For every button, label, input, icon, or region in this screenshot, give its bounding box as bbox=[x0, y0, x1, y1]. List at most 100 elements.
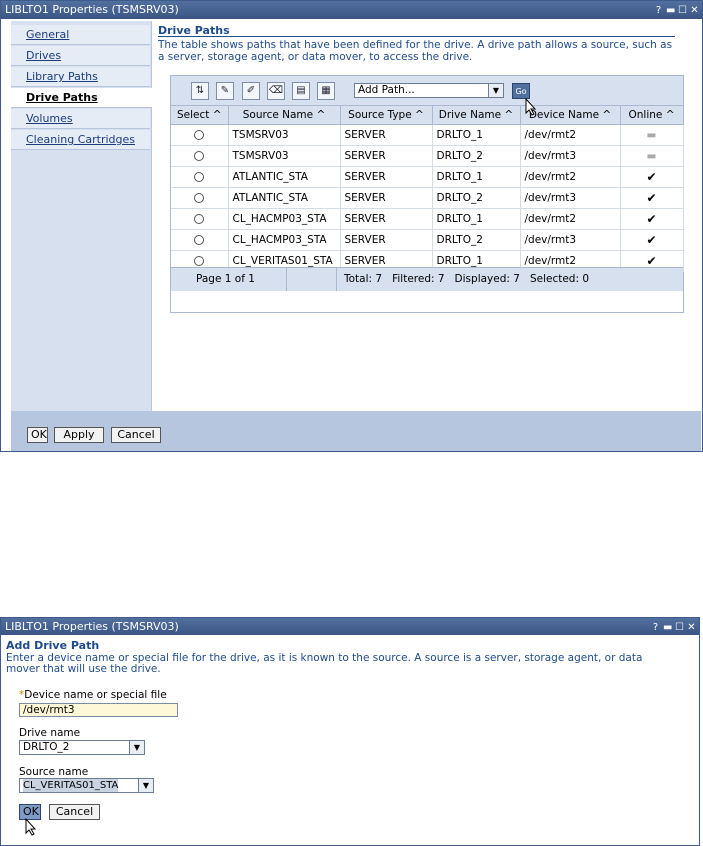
source-name-cell: ATLANTIC_STA bbox=[228, 187, 341, 209]
online-cell: ✔ bbox=[620, 229, 684, 251]
window-title: LIBLTO1 Properties (TSMSRV03) bbox=[5, 3, 179, 16]
source-name-select[interactable]: CL_VERITAS01_STA ▼ bbox=[19, 778, 154, 793]
table-row[interactable]: ATLANTIC_STA SERVER DRLTO_2/dev/rmt3 ✔ bbox=[171, 187, 684, 209]
action-select[interactable]: Add Path... ▼ bbox=[354, 83, 504, 98]
maximize-icon[interactable]: ☐ bbox=[678, 5, 687, 15]
drive-name-select[interactable]: DRLTO_2 ▼ bbox=[19, 740, 145, 755]
device-name-cell: /dev/rmt3 bbox=[520, 145, 621, 167]
dash-icon: ▬ bbox=[646, 150, 657, 162]
source-name-label: Source name bbox=[19, 766, 89, 778]
go-button[interactable]: Go bbox=[512, 83, 530, 99]
device-name-cell: /dev/rmt3 bbox=[520, 229, 621, 251]
maximize-icon[interactable]: ☐ bbox=[675, 622, 684, 632]
footer-divider bbox=[286, 268, 287, 291]
device-name-label-text: Device name or special file bbox=[24, 689, 167, 701]
device-name-input[interactable]: /dev/rmt3 bbox=[19, 703, 178, 717]
column-label: Select bbox=[176, 109, 210, 121]
online-cell: ▬ bbox=[620, 145, 684, 167]
device-name-label: *Device name or special file bbox=[19, 689, 167, 701]
close-icon[interactable]: ✕ bbox=[690, 5, 699, 15]
deselect-all-icon[interactable]: ✎ bbox=[216, 82, 234, 100]
row-radio[interactable] bbox=[194, 151, 205, 161]
section-title: Add Drive Path bbox=[6, 639, 100, 652]
help-icon[interactable]: ? bbox=[654, 5, 663, 15]
check-icon: ✔ bbox=[646, 170, 657, 184]
row-select-cell bbox=[171, 208, 229, 230]
table-footer: Page 1 of 1 Total: 7 Filtered: 7 Display… bbox=[171, 267, 683, 291]
column-label: Drive Name bbox=[438, 109, 502, 121]
drive-paths-table: ⇅ ✎ ✐ ⌫ ▤ ▦ Add Path... ▼ Go Select ^ So… bbox=[170, 75, 684, 313]
drive-name-cell: DRLTO_2 bbox=[432, 187, 521, 209]
section-description: The table shows paths that have been def… bbox=[158, 39, 673, 63]
column-header-online[interactable]: Online ^ bbox=[620, 106, 684, 125]
sidebar: General Drives Library Paths Drive Paths… bbox=[11, 21, 152, 411]
device-name-cell: /dev/rmt2 bbox=[520, 166, 621, 188]
cancel-button[interactable]: Cancel bbox=[49, 804, 100, 820]
drive-name-cell: DRLTO_2 bbox=[432, 145, 521, 167]
dash-icon: ▬ bbox=[646, 129, 657, 141]
sidebar-item-general[interactable]: General bbox=[11, 25, 150, 45]
column-header-source-name[interactable]: Source Name ^ bbox=[228, 106, 341, 125]
apply-button[interactable]: Apply bbox=[54, 427, 104, 443]
sidebar-item-drives[interactable]: Drives bbox=[11, 46, 150, 66]
check-icon: ✔ bbox=[646, 254, 657, 268]
source-type-cell: SERVER bbox=[340, 145, 433, 167]
close-icon[interactable]: ✕ bbox=[687, 622, 696, 632]
properties-window: LIBLTO1 Properties (TSMSRV03) ? ▬ ☐ ✕ Ge… bbox=[0, 0, 703, 452]
row-select-cell bbox=[171, 229, 229, 251]
source-name-cell: ATLANTIC_STA bbox=[228, 166, 341, 188]
table-summary: Total: 7 Filtered: 7 Displayed: 7 Select… bbox=[344, 273, 590, 285]
minimize-icon[interactable]: ▬ bbox=[663, 622, 672, 632]
sidebar-item-cleaning-cartridges[interactable]: Cleaning Cartridges bbox=[11, 130, 150, 150]
filter-icon[interactable]: ▦ bbox=[317, 82, 335, 100]
chevron-down-icon: ▼ bbox=[488, 84, 503, 97]
column-label: Device Name bbox=[528, 109, 600, 121]
source-name-value: CL_VERITAS01_STA bbox=[23, 779, 119, 792]
table-row[interactable]: TSMSRV03 SERVER DRLTO_2/dev/rmt3 ▬ bbox=[171, 145, 684, 167]
column-settings-icon[interactable]: ▤ bbox=[292, 82, 310, 100]
row-select-cell bbox=[171, 145, 229, 167]
source-type-cell: SERVER bbox=[340, 166, 433, 188]
table-row[interactable]: TSMSRV03 SERVER DRLTO_1/dev/rmt2 ▬ bbox=[171, 124, 684, 146]
minimize-icon[interactable]: ▬ bbox=[666, 5, 675, 15]
device-name-cell: /dev/rmt3 bbox=[520, 187, 621, 209]
content-pane: Drive Paths The table shows paths that h… bbox=[153, 21, 701, 411]
row-radio[interactable] bbox=[194, 193, 205, 203]
clear-sort-icon[interactable]: ⌫ bbox=[267, 82, 285, 100]
row-radio[interactable] bbox=[194, 235, 205, 245]
source-name-cell: TSMSRV03 bbox=[228, 145, 341, 167]
ok-button[interactable]: OK bbox=[27, 427, 48, 443]
select-all-icon[interactable]: ⇅ bbox=[191, 82, 209, 100]
mouse-cursor-icon bbox=[25, 818, 37, 836]
cancel-button[interactable]: Cancel bbox=[111, 427, 161, 443]
column-header-drive-name[interactable]: Drive Name ^ bbox=[432, 106, 521, 125]
source-type-cell: SERVER bbox=[340, 124, 433, 146]
device-name-cell: /dev/rmt2 bbox=[520, 208, 621, 230]
drive-name-value: DRLTO_2 bbox=[23, 741, 70, 753]
source-name-cell: TSMSRV03 bbox=[228, 124, 341, 146]
row-select-cell bbox=[171, 166, 229, 188]
drive-name-cell: DRLTO_1 bbox=[432, 208, 521, 230]
row-radio[interactable] bbox=[194, 172, 205, 182]
sidebar-item-library-paths[interactable]: Library Paths bbox=[11, 67, 150, 87]
column-label: Online bbox=[628, 109, 663, 121]
row-radio[interactable] bbox=[194, 256, 205, 266]
action-select-value: Add Path... bbox=[358, 84, 415, 96]
sidebar-item-volumes[interactable]: Volumes bbox=[11, 109, 150, 129]
column-header-select[interactable]: Select ^ bbox=[171, 106, 229, 125]
footer-divider bbox=[336, 268, 337, 291]
table-toolbar: ⇅ ✎ ✐ ⌫ ▤ ▦ Add Path... ▼ Go bbox=[171, 76, 683, 106]
column-header-source-type[interactable]: Source Type ^ bbox=[340, 106, 433, 125]
help-icon[interactable]: ? bbox=[651, 622, 660, 632]
table-row[interactable]: ATLANTIC_STA SERVER DRLTO_1/dev/rmt2 ✔ bbox=[171, 166, 684, 188]
table-row[interactable]: CL_HACMP03_STA SERVER DRLTO_1/dev/rmt2 ✔ bbox=[171, 208, 684, 230]
sidebar-item-drive-paths[interactable]: Drive Paths bbox=[11, 88, 152, 108]
row-select-cell bbox=[171, 124, 229, 146]
row-radio[interactable] bbox=[194, 130, 205, 140]
online-cell: ✔ bbox=[620, 208, 684, 230]
edit-sort-icon[interactable]: ✐ bbox=[242, 82, 260, 100]
row-radio[interactable] bbox=[194, 214, 205, 224]
check-icon: ✔ bbox=[646, 191, 657, 205]
online-cell: ▬ bbox=[620, 124, 684, 146]
table-row[interactable]: CL_HACMP03_STA SERVER DRLTO_2/dev/rmt3 ✔ bbox=[171, 229, 684, 251]
